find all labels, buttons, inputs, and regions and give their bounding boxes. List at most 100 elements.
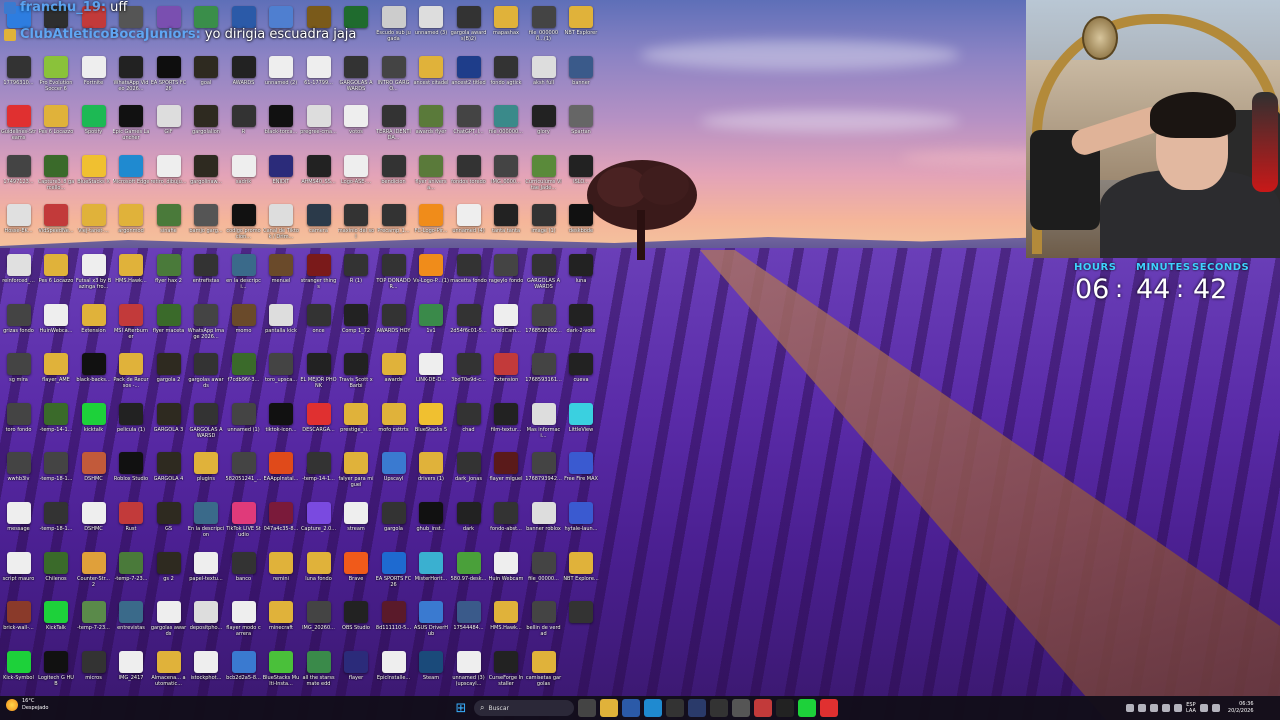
desktop-icon[interactable]: maxinio del sol [338,202,375,249]
desktop-icon[interactable]: macetta fondo [450,252,487,299]
desktop-icon[interactable]: HuinWebca... [38,302,75,349]
desktop-icon[interactable]: Precamp_1... [375,202,412,249]
file-explorer-icon[interactable] [600,699,618,717]
desktop-icon[interactable]: EL MEJOR PHONK [300,351,337,398]
desktop-icon[interactable]: INTRO GARGO... [375,54,412,101]
desktop-icon[interactable]: unnamed (4) [450,202,487,249]
desktop-icon[interactable]: Canal de Tiktok / Drim... [263,202,300,249]
desktop-icon[interactable]: minecraft [263,599,300,646]
desktop-icon[interactable]: reinforced_... [0,252,37,299]
desktop-icon[interactable]: kicktalk [75,401,112,448]
desktop-icon[interactable]: -temp-18-1... [38,500,75,547]
desktop-icon[interactable]: CurseForge Installer [488,649,525,696]
desktop-icon[interactable]: sadrik [225,153,262,200]
desktop-icon[interactable]: banner [563,54,600,101]
brave-icon[interactable] [820,699,838,717]
desktop-icon[interactable]: EAAppInstal... [263,450,300,497]
desktop-icon[interactable]: DSHMC [75,500,112,547]
desktop-icon[interactable]: Free Fire MAX [563,450,600,497]
desktop-icon[interactable]: MSI Afterburner [113,302,150,349]
desktop-icon[interactable]: Pro Evolution Soccer 6 [38,54,75,101]
desktop-icon[interactable]: Huin Webcam [488,550,525,597]
desktop-icon[interactable]: 580.97-desk... [450,550,487,597]
desktop-icon[interactable]: 17796310... [0,54,37,101]
desktop-icon[interactable]: toro fondo [0,401,37,448]
desktop-icon[interactable]: wwhb3lv [0,450,37,497]
desktop-icon[interactable]: depositpho... [188,599,225,646]
desktop-icon[interactable]: EA SPORTS FC 26 [375,550,412,597]
desktop-icon[interactable]: DESCARGA... [300,401,337,448]
desktop-icon[interactable]: NBT Explorer [563,4,600,51]
desktop-icon[interactable]: deskbode [563,202,600,249]
desktop-icon[interactable]: TikTok LIVE Studio [225,500,262,547]
desktop-icon[interactable]: gargolas awards [188,351,225,398]
desktop-icon[interactable]: 17497123... [0,153,37,200]
desktop-icon[interactable]: micros [75,649,112,696]
desktop-icon[interactable]: WhatsApp Video 2026... [113,54,150,101]
desktop-icon[interactable]: gs 2 [150,550,187,597]
desktop-icon[interactable]: file_000000... [488,103,525,150]
desktop-icon[interactable]: AWARDS [225,54,262,101]
desktop-icon[interactable]: pelicula (1) [113,401,150,448]
desktop-icon[interactable]: fondos toredo [450,153,487,200]
desktop-icon[interactable]: Logitech G HUB [38,649,75,696]
desktop-icon[interactable]: MisterHorit... [413,550,450,597]
desktop-icon[interactable]: Chilenos [38,550,75,597]
desktop-icon[interactable]: IMG_2417 [113,649,150,696]
desktop-icon[interactable]: bcb2d2a5-8... [225,649,262,696]
desktop-icon[interactable]: GARGOLAS AWARDS [525,252,562,299]
wifi-icon[interactable] [1199,704,1208,712]
desktop-icon[interactable]: DroidCam... [488,302,525,349]
desktop-icon[interactable]: istockphot... [188,649,225,696]
settings-icon[interactable] [732,699,750,717]
date-time[interactable]: 06:36 20/2/2026 [1228,701,1254,715]
desktop-icon[interactable]: fondo-abst... [488,500,525,547]
desktop-icon[interactable]: cueva [563,351,600,398]
desktop-icon[interactable]: entrefistas [188,252,225,299]
desktop-icon[interactable]: WhatsApp Image 2026... [188,302,225,349]
desktop-icon[interactable]: gargola [375,500,412,547]
desktop-icon[interactable]: remini [263,550,300,597]
desktop-icon[interactable]: Extension [75,302,112,349]
desktop-icon[interactable]: grizas fondo [0,302,37,349]
desktop-icon[interactable]: 582051241_... [225,450,262,497]
desktop-icon[interactable]: Almacena... automatic... [150,649,187,696]
desktop-icon[interactable]: dark-2-vote [563,302,600,349]
desktop-icon[interactable]: Mas informaci... [525,401,562,448]
chevron-up-icon[interactable] [1126,704,1134,712]
desktop-icon[interactable]: luna fondo [300,550,337,597]
desktop-icon[interactable]: bellin de verdad [525,599,562,646]
desktop-icon[interactable]: Brave [338,550,375,597]
desktop-icon[interactable]: tiktok-icon... [263,401,300,448]
desktop-icon[interactable]: bamjo garg... [188,202,225,249]
desktop-icon[interactable]: entrevistas [113,599,150,646]
desktop-icon[interactable]: Pes 6 Locazzo [38,252,75,299]
desktop-icon[interactable]: GIF [150,103,187,150]
desktop-icon[interactable]: Pack de Recursos -... [113,351,150,398]
desktop-icon[interactable]: HMS.Hawk... [488,599,525,646]
desktop-icon[interactable]: aksh full [525,54,562,101]
desktop-icon[interactable]: flyer hax 2 [150,252,187,299]
desktop-icon[interactable]: stranger things [300,252,337,299]
desktop-icon[interactable]: all the starss mate edd [300,649,337,696]
desktop-icon[interactable]: Futsal x3 by Bazinga fro... [75,252,112,299]
desktop-icon[interactable]: LittleView [563,401,600,448]
desktop-icon[interactable]: Epic Games Launcher [113,103,150,150]
desktop-icon[interactable]: Steam [413,649,450,696]
desktop-icon[interactable]: Spartan [563,103,600,150]
desktop-icon[interactable]: 1768592002... [525,302,562,349]
desktop-icon[interactable]: AWARDS HOY [375,302,412,349]
tray-app-icon[interactable] [1162,704,1170,712]
desktop-icon[interactable]: image (1) [525,202,562,249]
tray-app-icon[interactable] [1174,704,1182,712]
desktop-icon[interactable]: NBT Explore... [563,550,600,597]
desktop-icon[interactable]: pregree-cma... [300,103,337,150]
desktop-icon[interactable]: -temp-7-23... [113,550,150,597]
desktop-icon[interactable]: mofo csttrts [375,401,412,448]
desktop-icon[interactable]: file_00000... [525,550,562,597]
desktop-icon[interactable]: 61-17799... [300,54,337,101]
desktop-icon[interactable]: papel-textu... [188,550,225,597]
desktop-icon[interactable]: once [300,302,337,349]
desktop-icon[interactable]: KickTalk [38,599,75,646]
desktop-icon[interactable]: camera [300,202,337,249]
